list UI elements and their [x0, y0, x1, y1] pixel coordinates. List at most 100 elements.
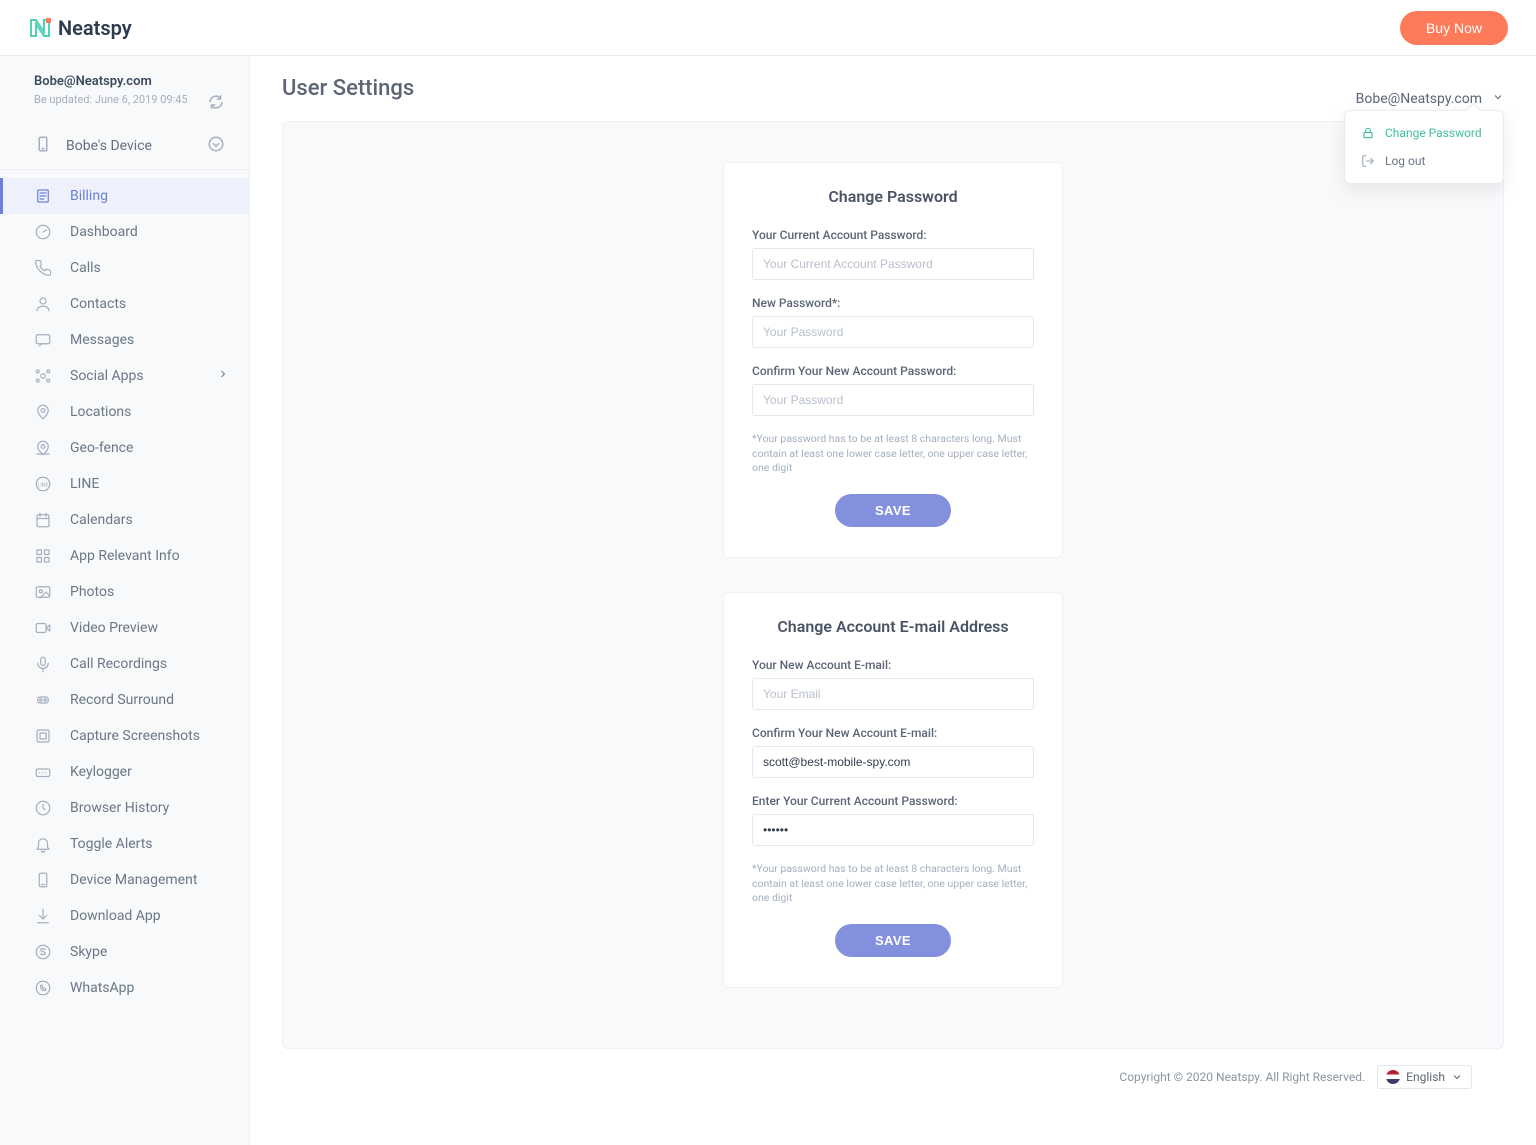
- save-email-button[interactable]: SAVE: [835, 924, 951, 957]
- buy-now-button[interactable]: Buy Now: [1400, 11, 1508, 45]
- line-icon: LINE: [34, 475, 52, 493]
- sidebar-item-apps[interactable]: App Relevant Info: [0, 538, 249, 574]
- dropdown-logout[interactable]: Log out: [1345, 147, 1503, 175]
- sidebar-item-dashboard[interactable]: Dashboard: [0, 214, 249, 250]
- sidebar-item-label: Social Apps: [70, 368, 144, 384]
- sidebar-item-social[interactable]: Social Apps: [0, 358, 249, 394]
- calendars-icon: [34, 511, 52, 529]
- apps-icon: [34, 547, 52, 565]
- language-selector[interactable]: English: [1377, 1065, 1472, 1089]
- confirm-password-input[interactable]: [752, 384, 1034, 416]
- sidebar-item-geofence[interactable]: Geo-fence: [0, 430, 249, 466]
- sidebar-item-surround[interactable]: Record Surround: [0, 682, 249, 718]
- confirm-email-input[interactable]: [752, 746, 1034, 778]
- mic-icon: [34, 655, 52, 673]
- new-email-input[interactable]: [752, 678, 1034, 710]
- chevron-down-icon: [207, 135, 225, 157]
- contacts-icon: [34, 295, 52, 313]
- logo[interactable]: Neatspy: [28, 16, 132, 40]
- lock-icon: [1361, 126, 1375, 140]
- surround-icon: [34, 691, 52, 709]
- sidebar-item-keylogger[interactable]: Keylogger: [0, 754, 249, 790]
- change-password-card: Change Password Your Current Account Pas…: [723, 162, 1063, 558]
- sidebar-item-locations[interactable]: Locations: [0, 394, 249, 430]
- sidebar-item-devicemgmt[interactable]: Device Management: [0, 862, 249, 898]
- sidebar-item-history[interactable]: Browser History: [0, 790, 249, 826]
- page-title: User Settings: [282, 76, 414, 101]
- sidebar-item-label: Messages: [70, 332, 134, 348]
- user-menu-trigger[interactable]: Bobe@Neatspy.com: [1356, 91, 1504, 107]
- sidebar-item-alerts[interactable]: Toggle Alerts: [0, 826, 249, 862]
- photos-icon: [34, 583, 52, 601]
- sidebar-item-label: Photos: [70, 584, 114, 600]
- locations-icon: [34, 403, 52, 421]
- chevron-down-icon: [1492, 91, 1504, 107]
- user-dropdown: Change Password Log out: [1344, 110, 1504, 184]
- sidebar-account: Bobe@Neatspy.com Be updated: June 6, 201…: [0, 74, 249, 123]
- sidebar-item-calls[interactable]: Calls: [0, 250, 249, 286]
- sidebar-updated: Be updated: June 6, 2019 09:45: [34, 93, 188, 107]
- sidebar-item-messages[interactable]: Messages: [0, 322, 249, 358]
- dashboard-icon: [34, 223, 52, 241]
- sidebar-item-contacts[interactable]: Contacts: [0, 286, 249, 322]
- main: User Settings Bobe@Neatspy.com Change Pa…: [250, 56, 1536, 1145]
- language-label: English: [1406, 1070, 1445, 1084]
- dropdown-item-label: Log out: [1385, 154, 1425, 168]
- flag-icon: [1386, 1070, 1400, 1084]
- save-password-button[interactable]: SAVE: [835, 494, 951, 527]
- sidebar-item-label: App Relevant Info: [70, 548, 180, 564]
- sidebar-item-label: Video Preview: [70, 620, 158, 636]
- sidebar-item-label: Browser History: [70, 800, 169, 816]
- topbar: Neatspy Buy Now: [0, 0, 1536, 56]
- billing-icon: [34, 187, 52, 205]
- sidebar-item-label: WhatsApp: [70, 980, 134, 996]
- download-icon: [34, 907, 52, 925]
- change-email-card: Change Account E-mail Address Your New A…: [723, 592, 1063, 988]
- history-icon: [34, 799, 52, 817]
- devicemgmt-icon: [34, 871, 52, 889]
- sidebar-item-label: Locations: [70, 404, 131, 420]
- field-label: Confirm Your New Account E-mail:: [752, 726, 1034, 740]
- logo-text: Neatspy: [58, 16, 132, 40]
- sidebar-item-mic[interactable]: Call Recordings: [0, 646, 249, 682]
- alerts-icon: [34, 835, 52, 853]
- sidebar: Bobe@Neatspy.com Be updated: June 6, 201…: [0, 56, 250, 1145]
- skype-icon: [34, 943, 52, 961]
- calls-icon: [34, 259, 52, 277]
- current-password-input[interactable]: [752, 248, 1034, 280]
- sidebar-item-label: Record Surround: [70, 692, 174, 708]
- sidebar-nav: BillingDashboardCallsContacts Messages Soc…: [0, 170, 249, 1006]
- sidebar-item-line[interactable]: LINELINE: [0, 466, 249, 502]
- sidebar-item-billing[interactable]: Billing: [0, 178, 249, 214]
- logout-icon: [1361, 154, 1375, 168]
- password-hint: *Your password has to be at least 8 char…: [752, 862, 1034, 906]
- current-password-for-email-input[interactable]: [752, 814, 1034, 846]
- sidebar-item-label: Skype: [70, 944, 107, 960]
- dropdown-change-password[interactable]: Change Password: [1345, 119, 1503, 147]
- dropdown-item-label: Change Password: [1385, 126, 1482, 140]
- geofence-icon: [34, 439, 52, 457]
- sidebar-item-download[interactable]: Download App: [0, 898, 249, 934]
- sidebar-item-label: Device Management: [70, 872, 197, 888]
- chevron-right-icon: [217, 368, 229, 384]
- sidebar-item-calendars[interactable]: Calendars: [0, 502, 249, 538]
- header-user-email: Bobe@Neatspy.com: [1356, 91, 1482, 107]
- sidebar-item-photos[interactable]: Photos: [0, 574, 249, 610]
- messages-icon: [34, 331, 52, 349]
- sidebar-item-whatsapp[interactable]: WhatsApp: [0, 970, 249, 1006]
- sidebar-item-label: Calendars: [70, 512, 133, 528]
- refresh-icon[interactable]: [207, 93, 225, 115]
- field-label: Enter Your Current Account Password:: [752, 794, 1034, 808]
- sidebar-item-label: Geo-fence: [70, 440, 133, 456]
- chevron-down-icon: [1451, 1071, 1463, 1083]
- logo-icon: [28, 16, 52, 40]
- sidebar-item-skype[interactable]: Skype: [0, 934, 249, 970]
- device-label: Bobe's Device: [66, 138, 152, 154]
- sidebar-item-screenshot[interactable]: Capture Screenshots: [0, 718, 249, 754]
- sidebar-device[interactable]: Bobe's Device: [0, 123, 249, 170]
- sidebar-item-video[interactable]: Video Preview: [0, 610, 249, 646]
- new-password-input[interactable]: [752, 316, 1034, 348]
- video-icon: [34, 619, 52, 637]
- copyright: Copyright © 2020 Neatspy. All Right Rese…: [1119, 1070, 1365, 1084]
- sidebar-item-label: Toggle Alerts: [70, 836, 153, 852]
